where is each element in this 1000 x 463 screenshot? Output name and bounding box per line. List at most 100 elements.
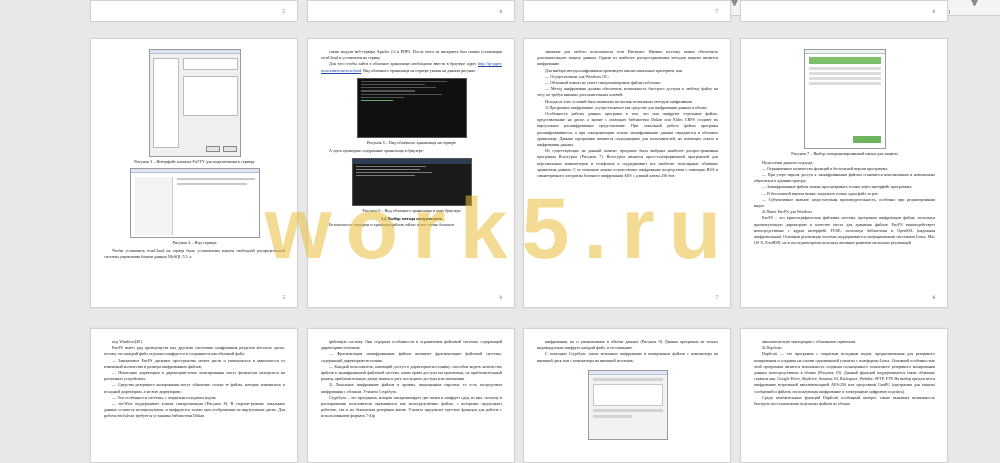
body-text: Чтобы установить ownCloud на сервер было…	[104, 248, 285, 260]
file-row	[355, 175, 415, 177]
window-titlebar	[804, 50, 885, 54]
paragraph: Duplicati — это программа с открытым исх…	[754, 351, 935, 394]
row-line	[176, 177, 255, 180]
option-row	[592, 414, 632, 418]
option-row	[592, 377, 663, 381]
paragraph: Для того чтобы зайти в облачное хранилищ…	[321, 61, 502, 73]
body-text: Недостатки данного подхода: — Ограниченн…	[754, 160, 935, 247]
page-number: 8	[932, 10, 936, 15]
page-top-1: 5	[90, 0, 298, 22]
ruler-tick	[949, 10, 950, 14]
document-page[interactable]: Рисунок 3 – Интерфейс клиента PuTTY для …	[90, 38, 298, 308]
side-panel	[134, 176, 173, 235]
body-text: файловую систему. Они содержат особеннос…	[321, 339, 502, 420]
option-row	[808, 72, 881, 75]
body-text: Безопасность передачи и хранения файлов …	[321, 222, 502, 228]
next-button	[852, 136, 881, 143]
window-titlebar	[130, 168, 259, 173]
terminal-line	[360, 84, 426, 86]
row-line	[176, 182, 247, 185]
host-field	[182, 58, 238, 70]
figure-caption: Рисунок 7 – Выбор синхронизированной пап…	[791, 151, 898, 156]
document-page[interactable]: файловую систему. Они содержат особеннос…	[307, 328, 515, 463]
paragraph: Из существующих на данный момент програм…	[537, 148, 718, 179]
list-item: — Метод шифрования должен обеспечить воз…	[537, 86, 718, 98]
server-screenshot	[129, 167, 260, 238]
left-indent-marker[interactable]	[731, 0, 738, 7]
file-row	[355, 165, 427, 167]
option-row	[808, 82, 881, 85]
boxcryptor-screenshot	[803, 49, 886, 149]
option-row	[808, 77, 881, 80]
figure-caption: Рисунок 5 – Вид облачного хранилища на с…	[366, 139, 457, 145]
list-item: — Субъективное мнение: недостаточная про…	[754, 196, 935, 208]
paragraph: значение для любого пользователя сети Ин…	[537, 49, 718, 67]
option-row	[592, 408, 663, 412]
tree-panel	[152, 58, 179, 148]
paragraph: EncFS имеет ряд преимуществ над другими …	[104, 345, 285, 357]
cryptsync-screenshot	[587, 369, 668, 440]
document-page[interactable]: автоматическую интеграцию с облачными се…	[740, 328, 948, 463]
figure-caption: Рисунок 6 – Вид облачного хранилища в ок…	[362, 207, 461, 213]
document-page[interactable]: значение для любого пользователя сети Ин…	[523, 38, 731, 308]
terminal-line	[360, 93, 442, 95]
paragraph: шифрования, но и уменьшенные в объеме да…	[537, 339, 718, 351]
page-number: 5	[282, 296, 286, 301]
window-titlebar	[149, 50, 240, 54]
document-page[interactable]: шифрования, но и уменьшенные в объеме да…	[523, 328, 731, 463]
list-item: — Некоторые директории в директории-точк…	[104, 370, 285, 382]
body-text: шифрования, но и уменьшенные в объеме да…	[537, 339, 718, 364]
body-text: А здесь приведено содержание хранилища в…	[321, 148, 502, 154]
page-number: 7	[715, 10, 719, 15]
document-page[interactable]: под Windows[20]. EncFS имеет ряд преимущ…	[90, 328, 298, 463]
document-page[interactable]: Рисунок 7 – Выбор синхронизированной пап…	[740, 38, 948, 308]
browser-screenshot	[351, 157, 472, 206]
paragraph: CryptSync – это программа, которая синхр…	[321, 394, 502, 419]
numbered-item: 3) Локальное шифрование файлов в архивы,…	[321, 382, 502, 394]
terminal-line	[360, 80, 447, 82]
figure-caption: Рисунок 4 – Вид сервера	[172, 239, 217, 245]
page-number: 6	[499, 296, 503, 301]
paragraph-text: Для того чтобы зайти в облачное хранилищ…	[329, 61, 477, 67]
paragraph: Особенность работы данных программ в том…	[537, 111, 718, 148]
right-indent-marker[interactable]	[971, 0, 978, 7]
pairs-list	[592, 383, 663, 406]
list-item: — Каждый пользователь, имеющий доступ к …	[321, 363, 502, 382]
paragraph: файловую систему. Они содержат особеннос…	[321, 339, 502, 351]
list-item: — Средства резервного копирования могут …	[104, 382, 285, 394]
page-number: 7	[715, 296, 719, 301]
page-top-3: 7	[523, 0, 731, 22]
list-item: — Занимаемое EncFS дисковое пространство…	[104, 357, 285, 369]
window-titlebar	[588, 370, 667, 375]
browser-toolbar	[352, 158, 471, 164]
terminal-prompt	[360, 99, 393, 102]
list-item: — Зашифрованные файлы можно просматриват…	[762, 184, 913, 190]
body-text: также модули веб-сервера Apache 2.2 и PH…	[321, 49, 502, 74]
file-row	[355, 168, 421, 170]
page-number: 8	[932, 296, 936, 301]
page-number: 5	[282, 10, 286, 15]
paragraph: А здесь приведено содержание хранилища в…	[329, 148, 424, 154]
paragraph-text: . Вид облачного хранилища на сервере ука…	[361, 67, 477, 73]
open-button	[205, 146, 220, 152]
cancel-button	[222, 146, 237, 152]
terminal-screenshot	[356, 77, 467, 138]
list-item: — При утере пароля доступ к зашифрованны…	[754, 171, 935, 184]
list-item: — Фрагментация зашифрованных файлов вызы…	[321, 351, 502, 363]
page-top-4: 8	[740, 0, 948, 22]
paragraph: С помощью CryptSync также возможно шифро…	[537, 351, 718, 363]
body-text: автоматическую интеграцию с облачными се…	[754, 339, 935, 407]
option-row	[808, 67, 881, 70]
paragraph: Среди замечательных функций Duplicati ос…	[754, 394, 935, 407]
terminal-line	[360, 87, 437, 89]
paragraph: Безопасность передачи и хранения файлов …	[329, 222, 455, 228]
body-text: под Windows[20]. EncFS имеет ряд преимущ…	[104, 339, 285, 420]
page-number: 6	[499, 10, 503, 15]
document-page[interactable]: также модули веб-сервера Apache 2.2 и PH…	[307, 38, 515, 308]
paragraph: также модули веб-сервера Apache 2.2 и PH…	[321, 49, 502, 61]
header-band	[808, 57, 881, 64]
figure-caption: Рисунок 3 – Интерфейс клиента PuTTY для …	[134, 159, 255, 164]
document-viewport[interactable]: 2 1 1 2 3 5 6 7 8 Рисунок 3 – Интерфейс …	[0, 0, 1000, 463]
paragraph: EncFS – это криптографическая файловая с…	[754, 215, 935, 246]
file-row	[355, 171, 433, 174]
